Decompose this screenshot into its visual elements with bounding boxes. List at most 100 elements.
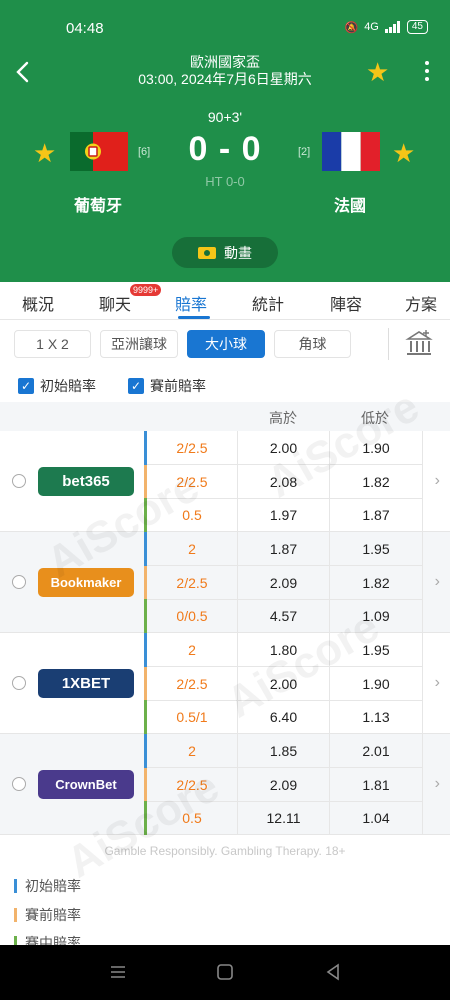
under-odds: 1.81 — [329, 767, 422, 802]
over-odds: 1.80 — [237, 633, 329, 667]
chevron-right-icon[interactable]: › — [435, 775, 440, 793]
filter-opening-odds[interactable]: ✓ 初始賠率 — [18, 376, 96, 396]
handicap-line: 2/2.5 — [147, 667, 237, 701]
odds-subrow: 2/2.5 2.00 1.90 — [144, 431, 422, 465]
checkbox-checked-icon[interactable]: ✓ — [18, 378, 34, 394]
under-odds: 1.90 — [329, 666, 422, 701]
radio-button[interactable] — [12, 575, 26, 589]
bookmaker-logo: Bookmaker — [38, 568, 134, 597]
chevron-right-icon[interactable]: › — [435, 674, 440, 692]
over-odds: 1.87 — [237, 532, 329, 566]
market-asian-handicap[interactable]: 亞洲讓球 — [100, 330, 178, 358]
handicap-line: 0.5 — [147, 498, 237, 533]
back-icon[interactable] — [324, 963, 342, 981]
legend-color-bar — [14, 908, 17, 922]
column-divider — [422, 532, 423, 633]
over-odds: 2.08 — [237, 464, 329, 499]
radio-button[interactable] — [12, 474, 26, 488]
odds-subrow: 2 1.87 1.95 — [144, 532, 422, 566]
france-flag-icon — [322, 132, 380, 171]
recent-apps-icon[interactable] — [109, 963, 127, 981]
over-odds: 6.40 — [237, 700, 329, 735]
tab-stats[interactable]: 統計 — [252, 291, 284, 315]
market-corners[interactable]: 角球 — [274, 330, 351, 358]
column-divider — [422, 633, 423, 734]
chat-badge: 9999+ — [130, 284, 162, 296]
chevron-right-icon[interactable]: › — [435, 472, 440, 490]
odds-subrow: 2/2.5 2.09 1.82 — [144, 565, 422, 600]
home-team-name[interactable]: 葡萄牙 — [74, 192, 122, 216]
status-bar: 04:48 🔕 4G 45 — [0, 18, 450, 40]
odds-subrow: 0.5 1.97 1.87 — [144, 498, 422, 533]
market-over-under[interactable]: 大小球 — [187, 330, 265, 358]
favorite-away-star-icon[interactable]: ★ — [392, 140, 415, 166]
tab-odds[interactable]: 賠率 — [175, 291, 207, 315]
bookmaker-row[interactable]: Bookmaker 2 1.87 1.95 2/2.5 2.09 1.82 0/0.5 4.57… — [0, 532, 450, 634]
system-nav-bar — [0, 945, 450, 1000]
bookmaker-row[interactable]: bet365 2/2.5 2.00 1.90 2/2.5 2.08 1.82 0.5 1.97 1… — [0, 431, 450, 533]
tab-plans[interactable]: 方案 — [405, 291, 437, 315]
handicap-line: 2/2.5 — [147, 566, 237, 600]
over-odds: 4.57 — [237, 599, 329, 634]
bookmaker-logo: 1XBET — [38, 669, 134, 698]
radio-button[interactable] — [12, 777, 26, 791]
tab-lineup[interactable]: 陣容 — [330, 291, 362, 315]
under-odds: 1.95 — [329, 633, 422, 667]
market-1x2[interactable]: 1 X 2 — [14, 330, 91, 358]
handicap-line: 2/2.5 — [147, 431, 237, 465]
match-score: 0 - 0 — [188, 130, 262, 168]
odds-subrow: 0.5 12.11 1.04 — [144, 801, 422, 836]
bookmaker-logo: bet365 — [38, 467, 134, 496]
market-selector: 1 X 2 亞洲讓球 大小球 角球 — [0, 320, 450, 368]
favorite-match-star-icon[interactable]: ★ — [366, 59, 389, 85]
half-time-score: HT 0-0 — [205, 174, 245, 189]
filter-label: 初始賠率 — [40, 378, 96, 394]
active-tab-indicator — [178, 316, 210, 319]
odds-subrow: 0.5/1 6.40 1.13 — [144, 700, 422, 735]
odds-type-filters: ✓ 初始賠率 ✓ 賽前賠率 — [0, 370, 450, 402]
over-header: 高於 — [269, 410, 297, 426]
odds-subrow: 0/0.5 4.57 1.09 — [144, 599, 422, 634]
status-time: 04:48 — [66, 20, 104, 37]
match-header: 04:48 🔕 4G 45 歐洲國家盃 03:00, 2024年7月6日星期六 … — [0, 0, 450, 282]
over-odds: 1.97 — [237, 498, 329, 533]
disclaimer: Gamble Responsibly. Gambling Therapy. 18… — [104, 844, 346, 858]
under-odds: 1.87 — [329, 498, 422, 533]
more-menu-icon[interactable] — [424, 61, 430, 83]
legend-opening: 初始賠率 — [14, 876, 81, 896]
animation-label: 動畫 — [224, 244, 252, 261]
over-odds: 2.09 — [237, 565, 329, 600]
under-odds: 2.01 — [329, 734, 422, 768]
over-odds: 1.85 — [237, 734, 329, 768]
tab-chat[interactable]: 聊天 — [99, 291, 131, 315]
odds-subrow: 2/2.5 2.09 1.81 — [144, 767, 422, 802]
odds-subrow: 2/2.5 2.08 1.82 — [144, 464, 422, 499]
away-team-name[interactable]: 法國 — [334, 192, 366, 216]
column-divider — [422, 431, 423, 532]
handicap-line: 0.5 — [147, 801, 237, 836]
bookmaker-row[interactable]: CrownBet 2 1.85 2.01 2/2.5 2.09 1.81 0.5 12.11 1.… — [0, 734, 450, 836]
field-icon — [198, 246, 216, 259]
over-odds: 2.00 — [237, 666, 329, 701]
over-odds: 2.00 — [237, 431, 329, 465]
home-icon[interactable] — [216, 963, 234, 981]
bank-icon[interactable] — [405, 328, 433, 358]
bookmaker-row[interactable]: 1XBET 2 1.80 1.95 2/2.5 2.00 1.90 0.5/1 6.40 1.13… — [0, 633, 450, 735]
chevron-right-icon[interactable]: › — [435, 573, 440, 591]
legend-label: 初始賠率 — [25, 878, 81, 894]
legend-label: 賽前賠率 — [25, 907, 81, 923]
handicap-line: 2/2.5 — [147, 465, 237, 499]
animation-button[interactable]: 動畫 — [172, 237, 278, 268]
filter-label: 賽前賠率 — [150, 378, 206, 394]
over-odds: 2.09 — [237, 767, 329, 802]
over-odds: 12.11 — [237, 801, 329, 836]
signal-icon — [384, 21, 400, 33]
tab-overview[interactable]: 概況 — [22, 291, 54, 315]
under-odds: 1.82 — [329, 464, 422, 499]
match-minute: 90+3' — [207, 109, 243, 125]
filter-prematch-odds[interactable]: ✓ 賽前賠率 — [128, 376, 206, 396]
checkbox-checked-icon[interactable]: ✓ — [128, 378, 144, 394]
handicap-line: 2 — [147, 734, 237, 768]
radio-button[interactable] — [12, 676, 26, 690]
column-divider — [422, 734, 423, 835]
